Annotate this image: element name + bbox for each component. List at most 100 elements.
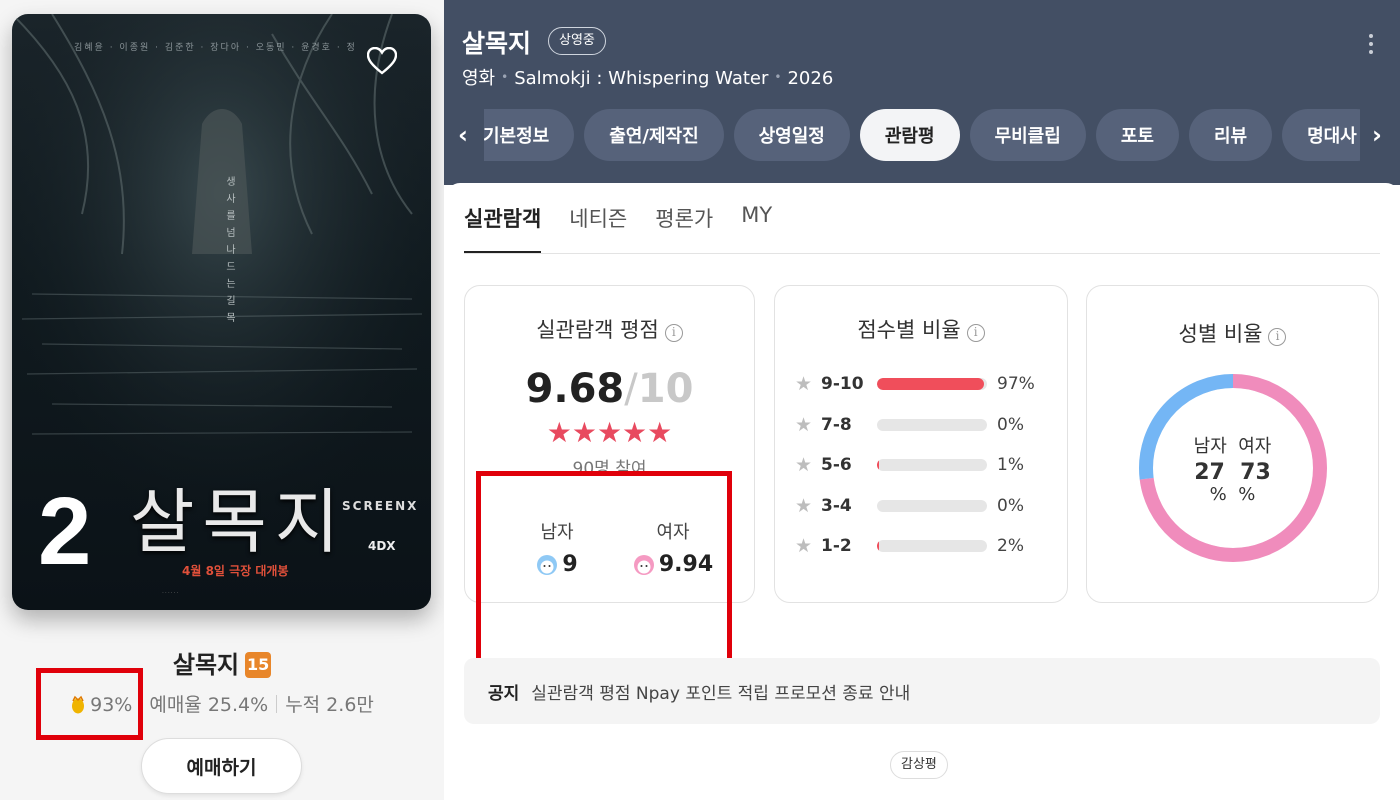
meta-dot: • xyxy=(774,70,782,84)
score-slash: / xyxy=(624,366,638,412)
distribution-range: 9-10 xyxy=(821,374,864,394)
booking-rate: 예매율 25.4% xyxy=(149,694,269,716)
distribution-bar xyxy=(877,459,987,471)
gender-ratio-card: 성별 비율 i 남자 여자 27 73 % % xyxy=(1086,285,1379,603)
donut-male-value: 27 xyxy=(1194,460,1225,485)
tab-bar: 기본정보 출연/제작진 상영일정 관람평 무비클립 포토 리뷰 명대사 xyxy=(484,109,1360,161)
status-badge: 상영중 xyxy=(548,27,606,55)
distribution-bar-fill xyxy=(877,459,879,471)
subtab-my[interactable]: MY xyxy=(741,203,772,253)
subtab-netizen[interactable]: 네티즌 xyxy=(569,203,627,253)
highlight-box-rating xyxy=(476,471,732,681)
movie-header: 살목지 상영중 영화 • Salmokji : Whispering Water • 2… xyxy=(444,0,1400,185)
star-icon: ★ xyxy=(795,373,813,395)
tab-cast[interactable]: 출연/제작진 xyxy=(584,109,724,161)
distribution-range: 3-4 xyxy=(821,495,852,516)
donut-male-label: 남자 xyxy=(1193,436,1227,457)
poster-tagline: 생사를넘나드는길목 xyxy=(226,177,236,324)
book-button[interactable]: 예매하기 xyxy=(141,738,302,794)
subtab-real-audience[interactable]: 실관람객 xyxy=(464,203,542,253)
star-icon: ★ xyxy=(795,454,813,476)
distribution-card-title: 점수별 비율 i xyxy=(775,314,1067,344)
favorite-heart-icon[interactable] xyxy=(367,47,417,97)
poster-credits: ...... xyxy=(162,588,180,595)
info-icon[interactable]: i xyxy=(966,324,985,342)
left-panel: 김혜윤 · 이종원 · 김준한 · 장다아 · 오동민 · 윤경호 · 정 생사… xyxy=(0,0,444,800)
info-icon[interactable]: i xyxy=(1268,328,1287,346)
distribution-row: ★ 1-2 2% xyxy=(795,535,1024,557)
donut-female-unit: % xyxy=(1238,484,1256,505)
distribution-range: 1-2 xyxy=(821,536,852,556)
cumulative-audience: 누적 2.6만 xyxy=(285,694,374,716)
meta-type: 영화 xyxy=(462,68,496,89)
subtabs-divider xyxy=(464,253,1380,254)
star-rating-icon: ★★★★★ xyxy=(546,416,673,449)
poster-cast-credits: 김혜윤 · 이종원 · 김준한 · 장다아 · 오동민 · 윤경호 · 정 xyxy=(74,43,357,53)
movie-meta: 영화 • Salmokji : Whispering Water • 2026 xyxy=(462,64,833,90)
distribution-percent: 2% xyxy=(997,536,1024,556)
tab-reviews[interactable]: 관람평 xyxy=(859,109,960,161)
right-panel: 살목지 상영중 영화 • Salmokji : Whispering Water • 2… xyxy=(444,0,1400,800)
rating-card-title: 실관람객 평점 i xyxy=(465,314,754,344)
distribution-range: 5-6 xyxy=(821,455,852,475)
tabs-next-arrow-icon[interactable]: › xyxy=(1362,120,1392,150)
audience-subtabs: 실관람객 네티즌 평론가 MY xyxy=(464,203,772,253)
donut-center-labels: 남자 여자 27 73 % % xyxy=(1087,434,1378,504)
stats-divider xyxy=(276,695,278,713)
score-distribution-card: 점수별 비율 i ★ 9-10 97% ★ 7-8 0% ★ 5-6 1% ★ 3-4 0% ★ 1-2 2% xyxy=(774,285,1068,603)
info-icon[interactable]: i xyxy=(664,324,683,342)
clipped-text: ▂▂▂ ▂▂▂▂▂▂ xyxy=(864,789,988,800)
distribution-row: ★ 9-10 97% xyxy=(795,373,1035,395)
distribution-bar-fill xyxy=(877,540,880,552)
score-value: 9.68 xyxy=(525,366,625,412)
subtab-critic[interactable]: 평론가 xyxy=(655,203,713,253)
rating-title-text: 실관람객 평점 xyxy=(536,318,659,342)
movie-poster[interactable]: 김혜윤 · 이종원 · 김준한 · 장다아 · 오동민 · 윤경호 · 정 생사… xyxy=(12,14,431,610)
highlight-box-egg xyxy=(36,668,143,740)
more-options-icon[interactable] xyxy=(1366,34,1376,64)
distribution-bar xyxy=(877,499,987,512)
meta-dot: • xyxy=(501,70,509,84)
distribution-percent: 0% xyxy=(997,495,1024,516)
distribution-range: 7-8 xyxy=(821,414,852,435)
donut-male-unit: % xyxy=(1209,484,1227,505)
donut-female-value: 73 xyxy=(1240,460,1271,485)
movie-title-text: 살목지 xyxy=(172,651,240,679)
screenx-logo: SCREENX xyxy=(342,499,419,513)
score-max: 10 xyxy=(637,366,694,412)
poster-release-date: 4월 8일 극장 대개봉 xyxy=(182,564,289,578)
meta-english-title: Salmokji : Whispering Water xyxy=(514,68,769,89)
distribution-row: ★ 5-6 1% xyxy=(795,454,1024,476)
distribution-row: ★ 3-4 0% xyxy=(795,495,1024,517)
notice-text: 실관람객 평점 Npay 포인트 적립 프로모션 종료 안내 xyxy=(531,683,911,704)
rank-number: 2 xyxy=(38,478,92,585)
tab-schedule[interactable]: 상영일정 xyxy=(733,109,850,161)
reviews-panel: 실관람객 네티즌 평론가 MY 실관람객 평점 i 9.68/10 ★★★★★ 9… xyxy=(446,183,1400,800)
tab-info[interactable]: 기본정보 xyxy=(484,109,575,161)
distribution-bar xyxy=(877,418,987,431)
age-rating-badge: 15 xyxy=(245,652,272,678)
distribution-percent: 1% xyxy=(997,455,1024,475)
distribution-title-text: 점수별 비율 xyxy=(857,318,961,342)
tab-review-articles[interactable]: 리뷰 xyxy=(1188,109,1273,161)
tab-movieclip[interactable]: 무비클립 xyxy=(969,109,1086,161)
distribution-row: ★ 7-8 0% xyxy=(795,414,1024,436)
distribution-bar xyxy=(877,540,987,552)
donut-female-label: 여자 xyxy=(1238,436,1272,457)
star-icon: ★ xyxy=(795,413,813,436)
distribution-bar xyxy=(877,378,987,390)
notice-banner[interactable]: 공지 실관람객 평점 Npay 포인트 적립 프로모션 종료 안내 xyxy=(464,658,1380,724)
star-icon: ★ xyxy=(795,535,813,557)
page-title: 살목지 xyxy=(462,29,532,58)
4dx-logo: 4DX xyxy=(368,539,396,553)
tab-quotes[interactable]: 명대사 xyxy=(1282,109,1360,161)
distribution-bar-fill xyxy=(877,378,984,390)
tabs-prev-arrow-icon[interactable]: ‹ xyxy=(448,120,478,150)
poster-title-art: 살목지 xyxy=(130,481,348,563)
distribution-percent: 0% xyxy=(997,414,1024,435)
star-icon: ★ xyxy=(795,494,813,517)
meta-year: 2026 xyxy=(787,68,834,89)
tab-photo[interactable]: 포토 xyxy=(1095,109,1179,161)
notice-label: 공지 xyxy=(488,683,520,704)
review-chip[interactable]: 감상평 xyxy=(890,751,948,779)
